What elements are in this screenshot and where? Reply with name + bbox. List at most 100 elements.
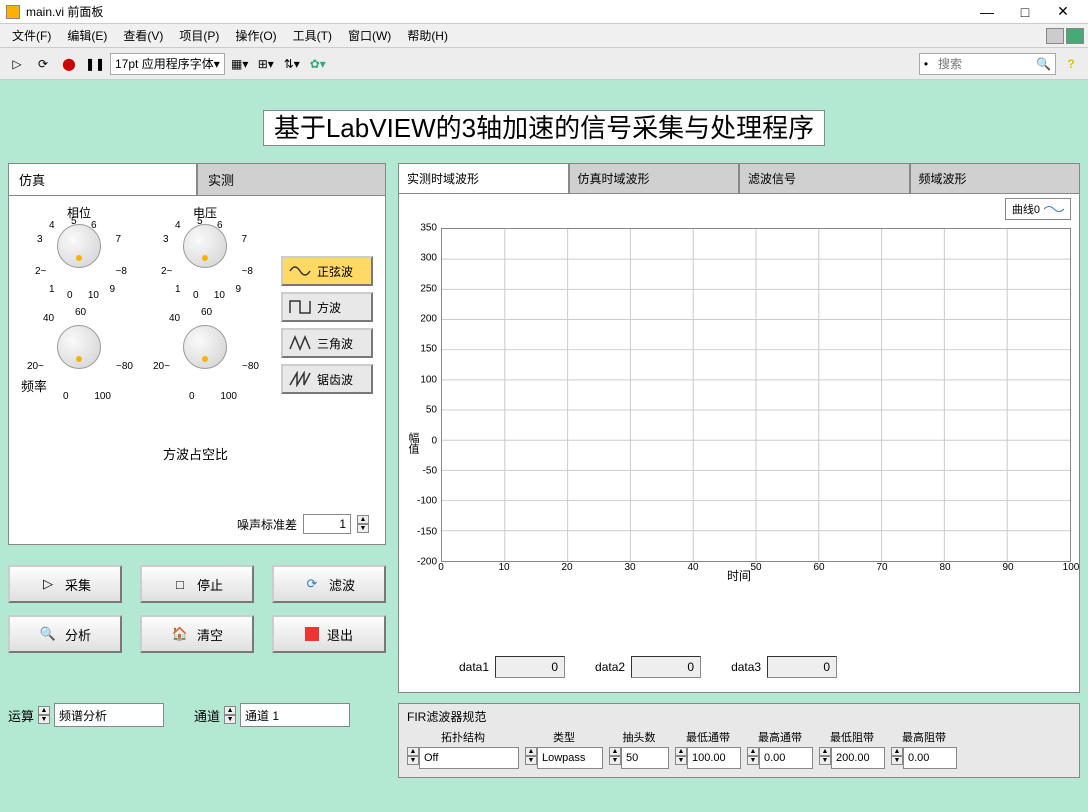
font-selector[interactable]: 17pt 应用程序字体 ▾: [110, 53, 225, 75]
exit-button[interactable]: 退出: [272, 615, 386, 653]
left-tabs: 仿真 实测: [8, 163, 386, 195]
play-icon: ▷: [39, 575, 57, 593]
stop-button[interactable]: □停止: [140, 565, 254, 603]
op-up[interactable]: ▲: [38, 706, 50, 715]
menu-window[interactable]: 窗口(W): [340, 27, 399, 44]
fir-lostop-input[interactable]: [831, 747, 885, 769]
collect-button[interactable]: ▷采集: [8, 565, 122, 603]
op-down[interactable]: ▼: [38, 715, 50, 724]
noise-down-button[interactable]: ▼: [357, 524, 369, 533]
magnifier-icon: 🔍: [39, 625, 57, 643]
ch-down[interactable]: ▼: [224, 715, 236, 724]
fir-lopass-input[interactable]: [687, 747, 741, 769]
frequency-label: 频率: [21, 376, 47, 395]
channel-select[interactable]: 通道 1: [240, 703, 350, 727]
sine-button[interactable]: 正弦波: [281, 256, 373, 286]
menu-operate[interactable]: 操作(O): [227, 27, 284, 44]
grid-icon[interactable]: [1046, 28, 1064, 44]
topo-down[interactable]: ▼: [407, 756, 419, 765]
fir-taps-input[interactable]: [621, 747, 669, 769]
window-title: main.vi 前面板: [26, 3, 103, 20]
tab-freq[interactable]: 频域波形: [910, 163, 1081, 193]
run-continuous-button[interactable]: ⟳: [32, 53, 54, 75]
refresh-icon: ⟳: [303, 575, 321, 593]
hipass-down[interactable]: ▼: [747, 756, 759, 765]
simulation-panel: 相位 0 1 2~ 3 4 5 6 7 ~8 9 10: [8, 195, 386, 545]
channel-label: 通道: [194, 706, 220, 725]
topo-up[interactable]: ▲: [407, 747, 419, 756]
menu-edit[interactable]: 编辑(E): [59, 27, 115, 44]
reorder-button[interactable]: ✿▾: [307, 53, 329, 75]
fir-histop-input[interactable]: [903, 747, 957, 769]
operation-select[interactable]: 频谱分析: [54, 703, 164, 727]
search-box[interactable]: • 🔍: [919, 53, 1056, 75]
vi-icon[interactable]: [1066, 28, 1084, 44]
taps-up[interactable]: ▲: [609, 747, 621, 756]
tab-measured-time[interactable]: 实测时域波形: [398, 163, 569, 193]
taps-down[interactable]: ▼: [609, 756, 621, 765]
histop-up[interactable]: ▲: [891, 747, 903, 756]
fir-hipass-input[interactable]: [759, 747, 813, 769]
noise-std-input[interactable]: [303, 514, 351, 534]
lopass-up[interactable]: ▲: [675, 747, 687, 756]
search-input[interactable]: [932, 57, 1032, 71]
menu-file[interactable]: 文件(F): [4, 27, 59, 44]
menu-view[interactable]: 查看(V): [115, 27, 171, 44]
titlebar: main.vi 前面板 — □ ✕: [0, 0, 1088, 24]
menu-help[interactable]: 帮助(H): [399, 27, 456, 44]
clear-button[interactable]: 🏠清空: [140, 615, 254, 653]
hipass-up[interactable]: ▲: [747, 747, 759, 756]
menu-tools[interactable]: 工具(T): [285, 27, 340, 44]
sawtooth-button[interactable]: 锯齿波: [281, 364, 373, 394]
align-button[interactable]: ▦▾: [229, 53, 251, 75]
square-button[interactable]: 方波: [281, 292, 373, 322]
lostop-up[interactable]: ▲: [819, 747, 831, 756]
duty-label: 方波占空比: [163, 444, 228, 463]
waveform-buttons: 正弦波 方波 三角波 锯齿波: [281, 256, 373, 394]
tab-measurement[interactable]: 实测: [197, 163, 386, 195]
menu-project[interactable]: 项目(P): [171, 27, 227, 44]
fir-type-select[interactable]: Lowpass: [537, 747, 603, 769]
x-axis-label: 时间: [727, 567, 751, 584]
type-down[interactable]: ▼: [525, 756, 537, 765]
data3-output: [767, 656, 837, 678]
distribute-button[interactable]: ⊞▾: [255, 53, 277, 75]
lostop-down[interactable]: ▼: [819, 756, 831, 765]
tab-filtered[interactable]: 滤波信号: [739, 163, 910, 193]
toolbar: ▷ ⟳ ⬤ ❚❚ 17pt 应用程序字体 ▾ ▦▾ ⊞▾ ⇅▾ ✿▾ • 🔍 ?: [0, 48, 1088, 80]
filter-button[interactable]: ⟳滤波: [272, 565, 386, 603]
minimize-button[interactable]: —: [968, 1, 1006, 23]
fir-title: FIR滤波器规范: [407, 708, 1071, 725]
lopass-down[interactable]: ▼: [675, 756, 687, 765]
analyze-button[interactable]: 🔍分析: [8, 615, 122, 653]
fir-topology-select[interactable]: Off: [419, 747, 519, 769]
pause-button[interactable]: ❚❚: [84, 53, 106, 75]
maximize-button[interactable]: □: [1006, 1, 1044, 23]
run-button[interactable]: ▷: [6, 53, 28, 75]
triangle-button[interactable]: 三角波: [281, 328, 373, 358]
chart-legend[interactable]: 曲线0: [1005, 198, 1071, 220]
data2-output: [631, 656, 701, 678]
close-button[interactable]: ✕: [1044, 1, 1082, 23]
stop-icon: □: [171, 575, 189, 593]
tab-sim-time[interactable]: 仿真时域波形: [569, 163, 740, 193]
abort-button[interactable]: ⬤: [58, 53, 80, 75]
waveform-chart[interactable]: [441, 228, 1071, 562]
noise-up-button[interactable]: ▲: [357, 515, 369, 524]
data-outputs: data1 data2 data3: [459, 656, 1069, 678]
help-icon[interactable]: ?: [1060, 53, 1082, 75]
right-tabs: 实测时域波形 仿真时域波形 滤波信号 频域波形: [398, 163, 1080, 193]
type-up[interactable]: ▲: [525, 747, 537, 756]
resize-button[interactable]: ⇅▾: [281, 53, 303, 75]
exit-icon: [305, 627, 319, 641]
phase-knob-box: 相位 0 1 2~ 3 4 5 6 7 ~8 9 10: [19, 206, 139, 301]
fir-panel: FIR滤波器规范 拓扑结构▲▼Off 类型▲▼Lowpass 抽头数▲▼ 最低通…: [398, 703, 1080, 778]
data1-output: [495, 656, 565, 678]
ch-up[interactable]: ▲: [224, 706, 236, 715]
tab-simulation[interactable]: 仿真: [8, 163, 197, 195]
x-ticks: 0 10 20 30 40 50 60 70 80 90 100: [441, 562, 1071, 574]
search-icon[interactable]: 🔍: [1032, 57, 1055, 71]
app-icon: [6, 5, 20, 19]
histop-down[interactable]: ▼: [891, 756, 903, 765]
operation-label: 运算: [8, 706, 34, 725]
